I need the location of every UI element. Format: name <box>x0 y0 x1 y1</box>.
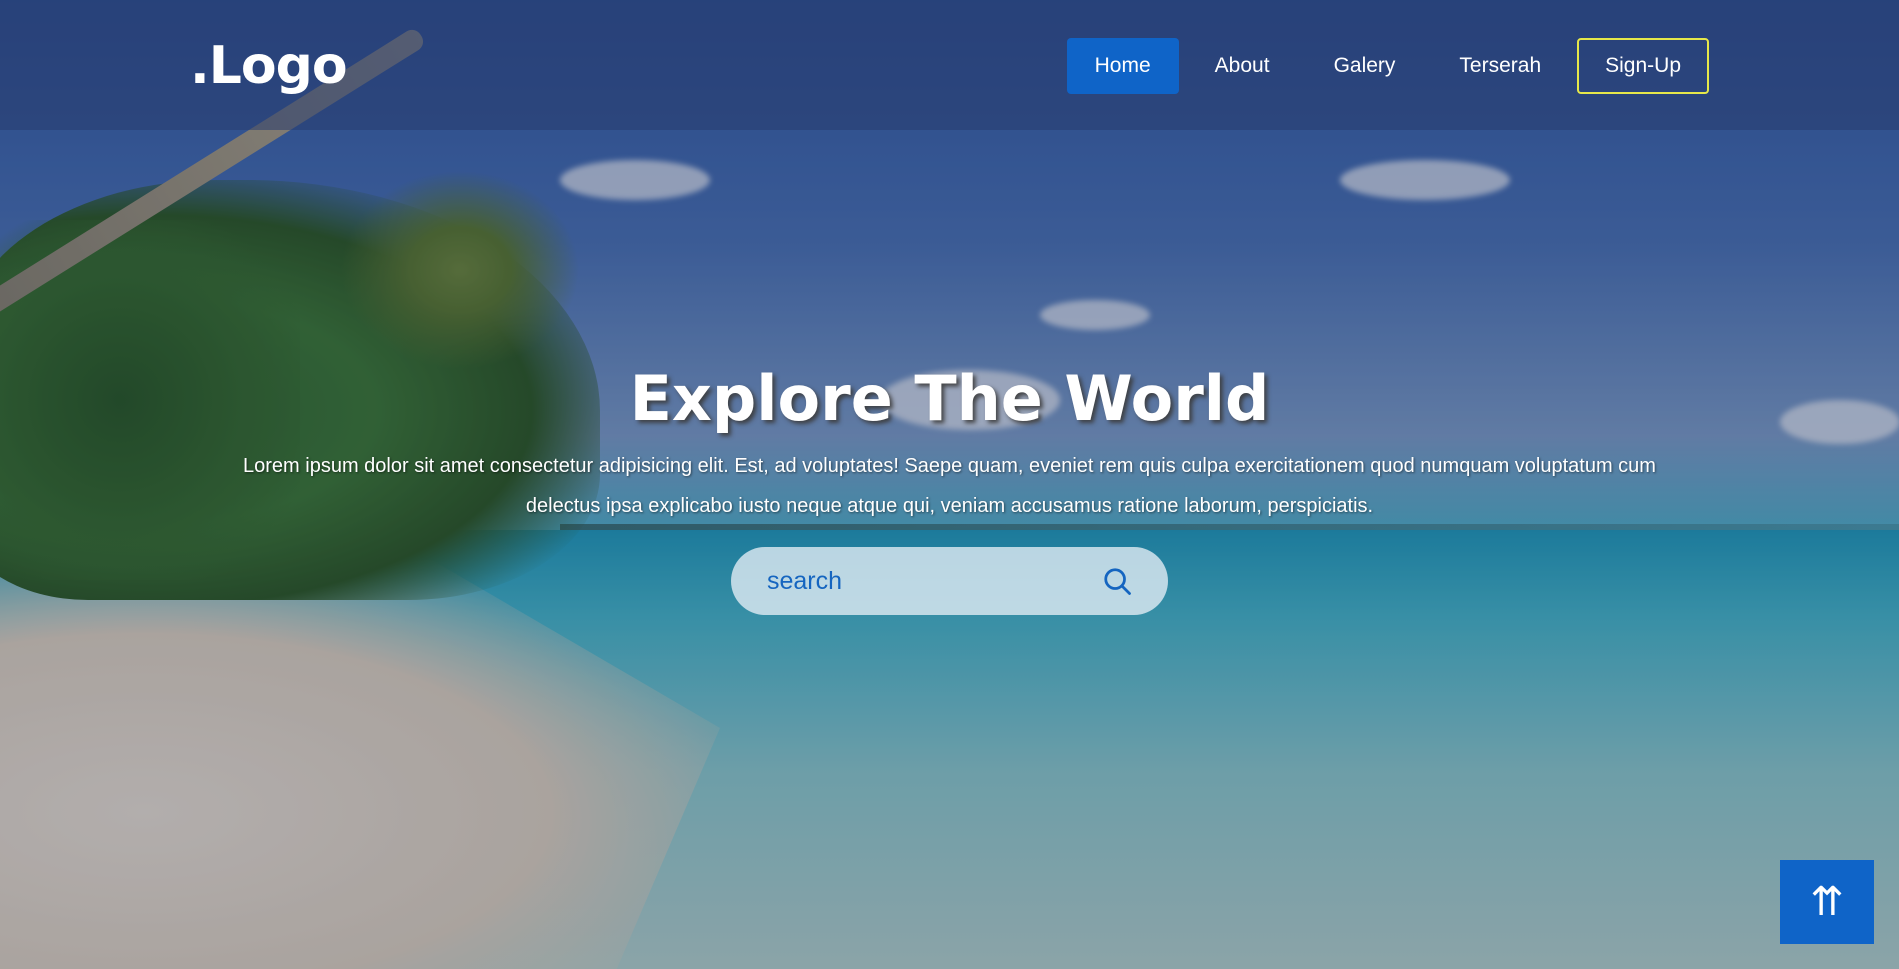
scroll-to-top-button[interactable]: ⇈ <box>1780 860 1874 944</box>
arrow-up-double-icon: ⇈ <box>1810 879 1844 925</box>
logo[interactable]: .Logo <box>190 36 348 96</box>
nav-menu: Home About Galery Terserah Sign-Up <box>1066 38 1709 94</box>
search-input[interactable] <box>767 566 1102 596</box>
navbar: .Logo Home About Galery Terserah Sign-Up <box>0 0 1899 130</box>
hero-title: Explore The World <box>629 362 1270 435</box>
search-bar <box>731 547 1168 615</box>
signup-button[interactable]: Sign-Up <box>1577 38 1709 94</box>
search-icon[interactable] <box>1102 566 1132 596</box>
nav-link-galery[interactable]: Galery <box>1306 38 1424 94</box>
nav-link-home[interactable]: Home <box>1066 38 1179 94</box>
nav-link-terserah[interactable]: Terserah <box>1431 38 1569 94</box>
nav-link-about[interactable]: About <box>1187 38 1298 94</box>
hero-description: Lorem ipsum dolor sit amet consectetur a… <box>243 455 1656 517</box>
hero-section: .Logo Home About Galery Terserah Sign-Up… <box>0 0 1899 969</box>
